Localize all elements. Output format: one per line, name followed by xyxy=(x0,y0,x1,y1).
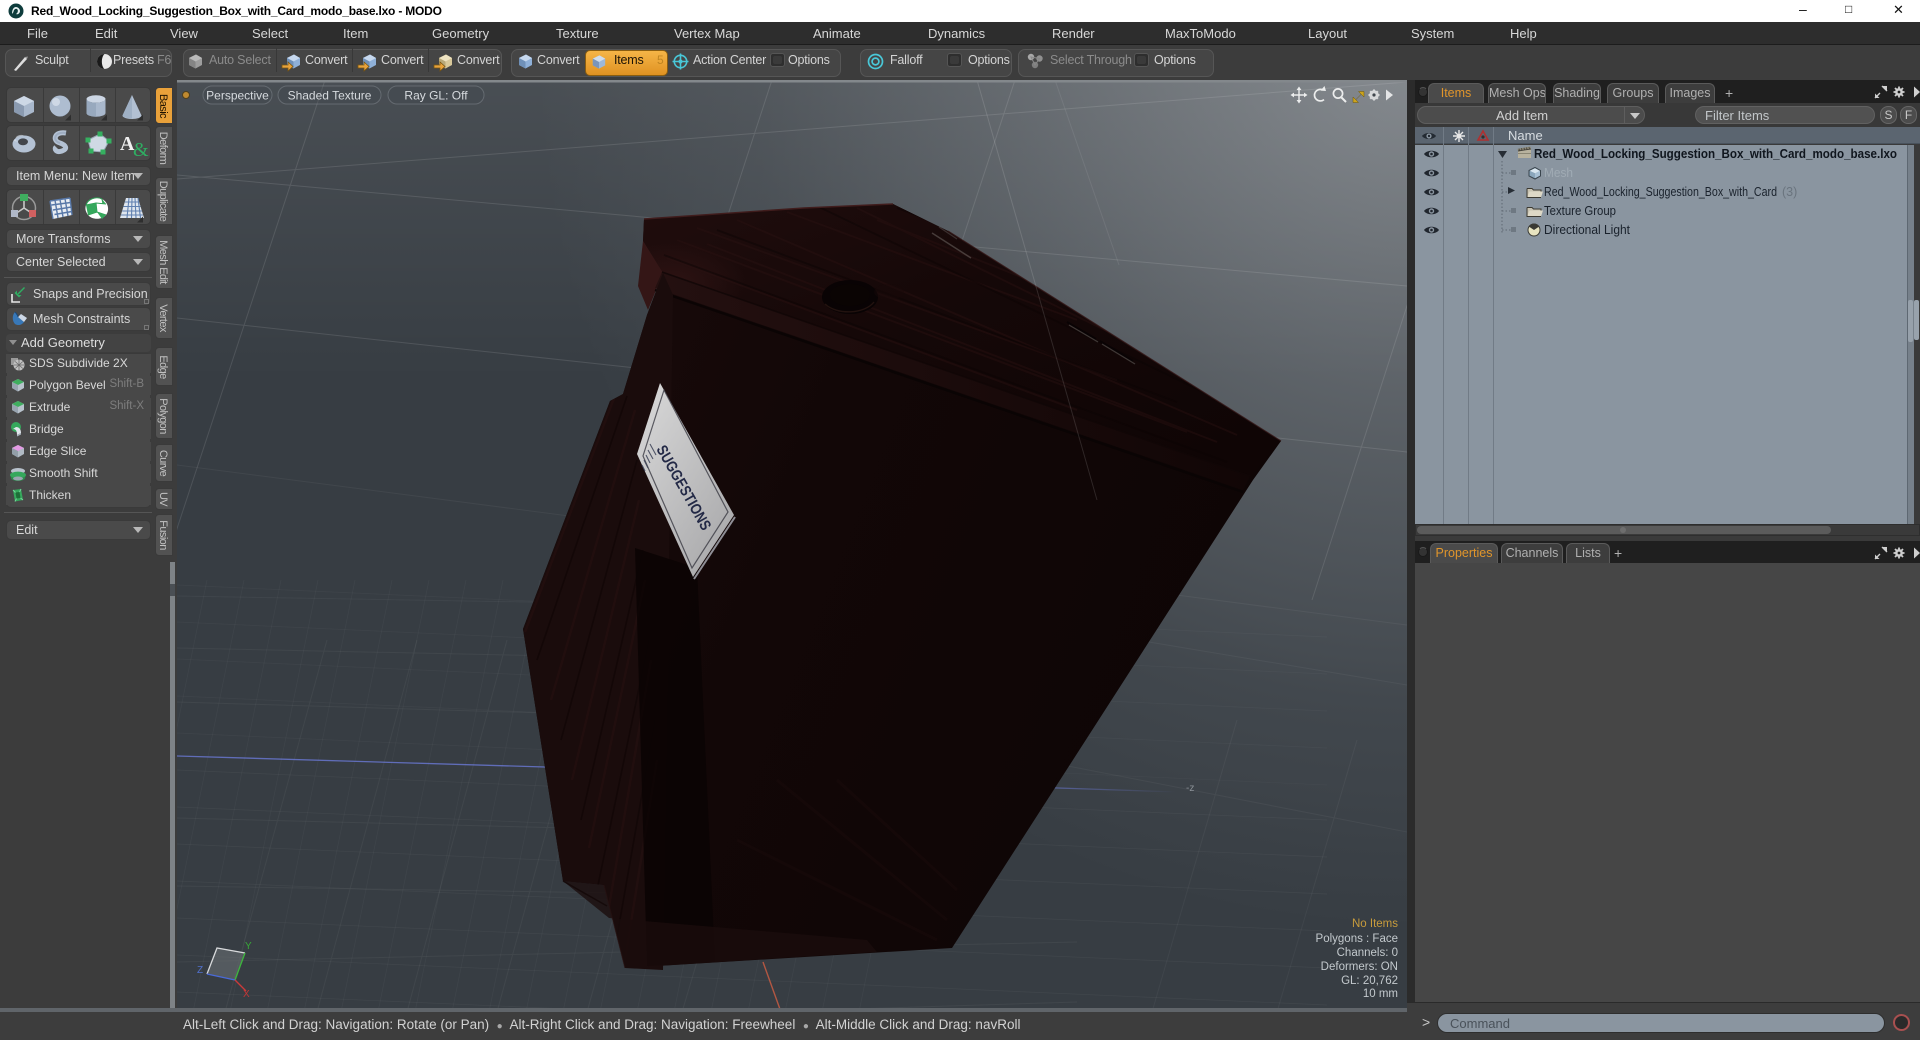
svg-text:-z: -z xyxy=(1186,783,1194,794)
svg-text:Perspective: Perspective xyxy=(206,89,269,103)
svg-text:Z: Z xyxy=(197,965,203,976)
svg-text:Y: Y xyxy=(245,941,252,952)
svg-text:Shaded Texture: Shaded Texture xyxy=(288,89,372,103)
svg-text:Texture Group: Texture Group xyxy=(1544,204,1616,218)
svg-text:No Items: No Items xyxy=(1352,918,1398,930)
svg-text:Mesh: Mesh xyxy=(1544,166,1573,180)
svg-text:GL: 20,762: GL: 20,762 xyxy=(1341,975,1398,987)
svg-text:Directional Light: Directional Light xyxy=(1544,223,1630,237)
svg-text:Polygons : Face: Polygons : Face xyxy=(1316,933,1398,945)
svg-text:&: & xyxy=(133,139,149,161)
svg-text:X: X xyxy=(243,989,250,1000)
svg-text:Red_Wood_Locking_Suggestion_Bo: Red_Wood_Locking_Suggestion_Box_with_Car… xyxy=(1534,146,1897,161)
svg-text:Ray GL: Off: Ray GL: Off xyxy=(404,89,468,103)
svg-text:Channels: 0: Channels: 0 xyxy=(1337,947,1398,959)
svg-text:10 mm: 10 mm xyxy=(1363,988,1398,1000)
svg-text:Red_Wood_Locking_Suggestion_Bo: Red_Wood_Locking_Suggestion_Box_with_Car… xyxy=(1544,185,1777,199)
svg-text:Deformers: ON: Deformers: ON xyxy=(1321,961,1398,973)
svg-text:(3): (3) xyxy=(1782,185,1797,199)
